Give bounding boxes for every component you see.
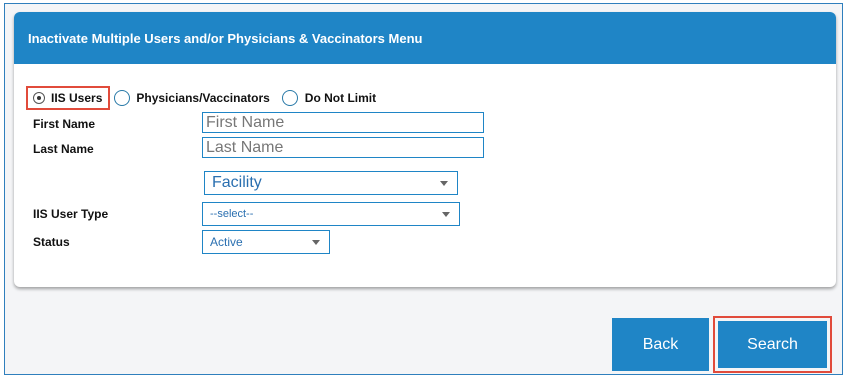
last-name-input[interactable] [202, 137, 484, 158]
radio-unselected-icon[interactable] [281, 90, 298, 106]
radio-do-not-limit-label: Do Not Limit [304, 91, 377, 105]
radio-selected-icon[interactable] [33, 92, 45, 104]
radio-physicians-label: Physicians/Vaccinators [136, 91, 270, 105]
radio-unselected-icon[interactable] [114, 90, 131, 106]
panel-title: Inactivate Multiple Users and/or Physici… [28, 30, 423, 46]
search-button[interactable]: Search [718, 321, 827, 368]
iis-user-type-select[interactable]: --select-- [202, 202, 460, 226]
search-button-highlight: Search [713, 316, 832, 373]
radio-physicians-vaccinators[interactable]: Physicians/Vaccinators [114, 90, 270, 106]
first-name-input[interactable] [202, 112, 484, 133]
status-label: Status [33, 235, 70, 249]
caret-down-icon [442, 211, 450, 217]
status-select[interactable]: Active [202, 230, 330, 254]
user-type-radio-group: IIS Users Physicians/Vaccinators Do Not … [26, 86, 376, 110]
caret-down-icon [312, 239, 320, 245]
back-button[interactable]: Back [612, 318, 709, 371]
panel-header: Inactivate Multiple Users and/or Physici… [14, 12, 836, 64]
first-name-label: First Name [33, 117, 96, 131]
facility-select-value: Facility [212, 174, 262, 191]
radio-iis-users[interactable]: IIS Users [33, 91, 102, 105]
last-name-label: Last Name [33, 142, 94, 156]
radio-iis-users-label: IIS Users [51, 91, 103, 105]
radio-do-not-limit[interactable]: Do Not Limit [281, 90, 377, 106]
status-select-value: Active [210, 235, 243, 249]
iis-user-type-select-value: --select-- [210, 208, 254, 220]
caret-down-icon [440, 180, 448, 186]
facility-select[interactable]: Facility [204, 171, 458, 195]
iis-user-type-label: IIS User Type [33, 207, 109, 221]
radio-iis-users-highlight: IIS Users [26, 86, 111, 110]
